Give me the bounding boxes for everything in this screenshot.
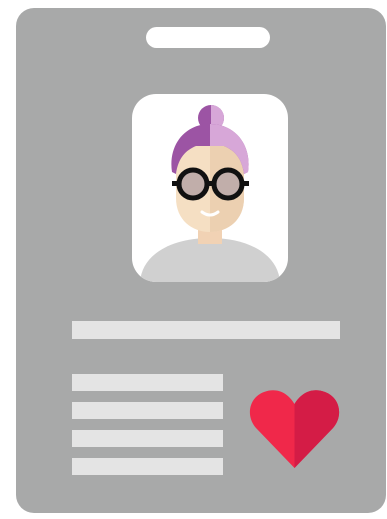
user-avatar-icon — [140, 105, 280, 282]
heart-icon — [249, 390, 340, 468]
lanyard-slot — [146, 27, 270, 48]
id-badge-card — [16, 8, 386, 513]
profile-photo — [132, 94, 288, 282]
info-line-placeholder — [72, 430, 223, 447]
name-placeholder-bar — [72, 321, 340, 339]
info-line-placeholder — [72, 458, 223, 475]
info-line-placeholder — [72, 402, 223, 419]
info-line-placeholder — [72, 374, 223, 391]
